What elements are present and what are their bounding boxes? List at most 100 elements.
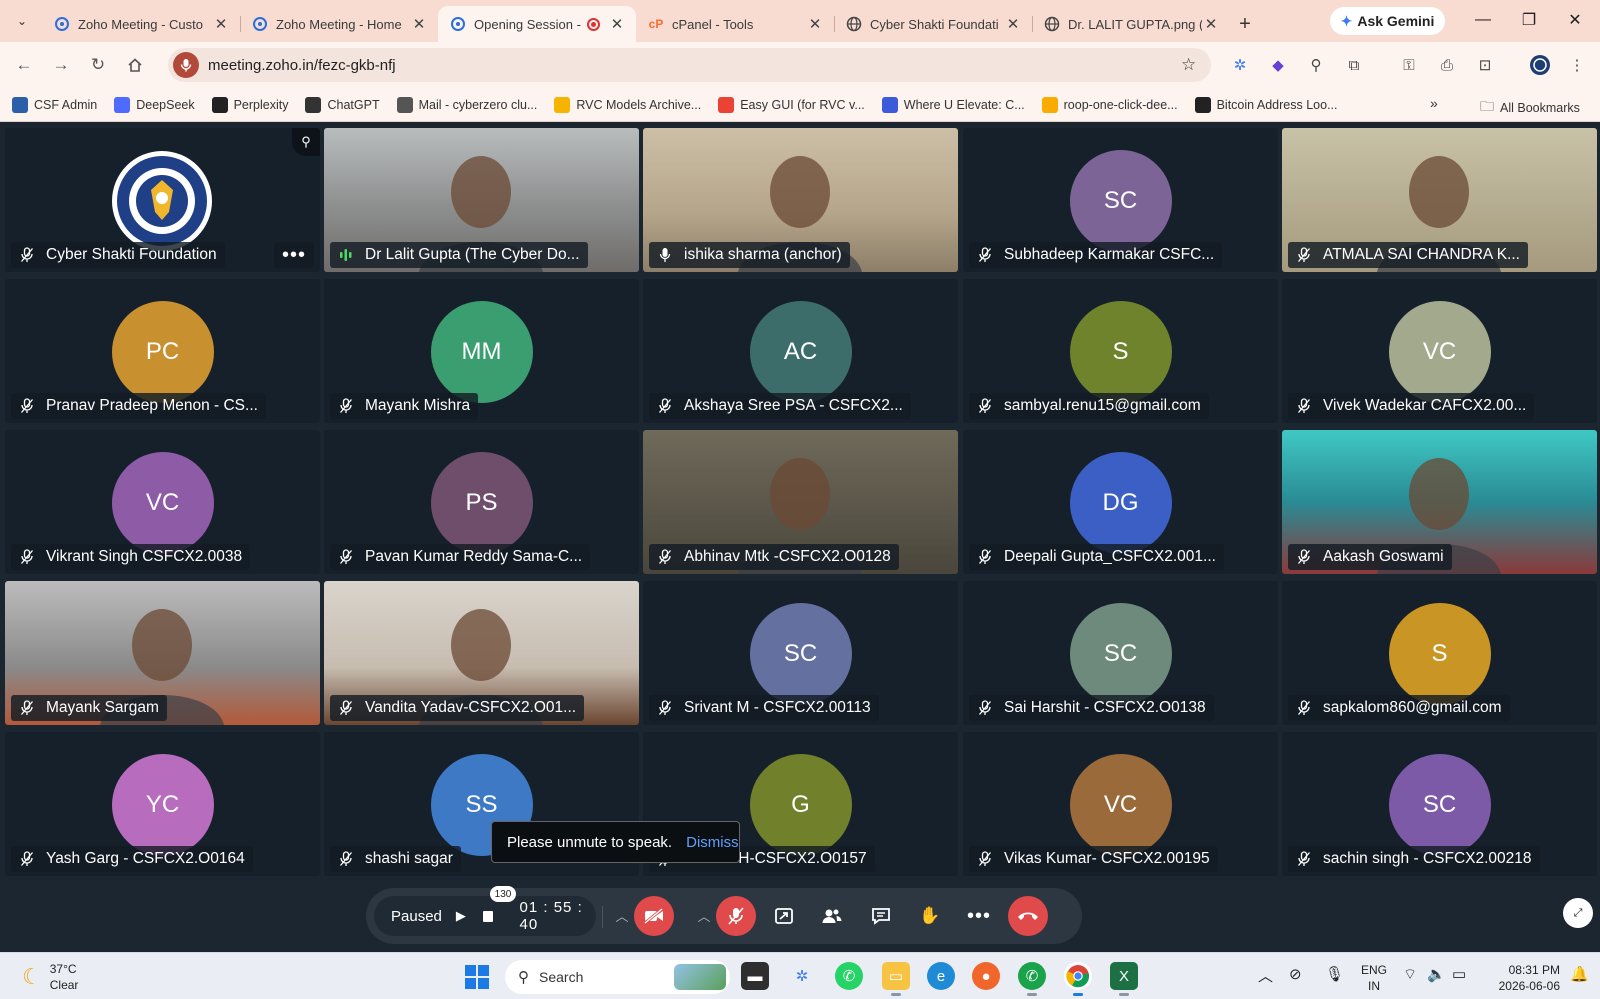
participant-tile[interactable]: Aakash Goswami — [1282, 430, 1597, 574]
share-screen-button[interactable] — [764, 896, 804, 936]
close-icon[interactable]: ✕ — [1202, 15, 1220, 33]
zoom-icon[interactable]: ⚲ — [1304, 53, 1328, 77]
volume-icon[interactable]: 🔈 — [1427, 965, 1446, 983]
audio-options-caret-icon[interactable]: ︿ — [694, 902, 714, 928]
taskbar-search[interactable]: ⚲ Search — [505, 960, 730, 994]
leave-meeting-button[interactable] — [1008, 896, 1048, 936]
participant-tile[interactable]: SC sachin singh - CSFCX2.00218 — [1282, 732, 1597, 876]
network-disconnected-icon[interactable]: ⊘ — [1289, 965, 1302, 983]
close-window-button[interactable]: ✕ — [1552, 0, 1598, 40]
home-button[interactable] — [121, 51, 149, 79]
close-icon[interactable]: ✕ — [608, 15, 626, 33]
tile-more-options-button[interactable]: ••• — [274, 242, 314, 268]
print-icon[interactable]: ⎙ — [1435, 53, 1459, 77]
copilot-icon[interactable]: ✲ — [788, 962, 816, 990]
tab-lalit-gupta-png[interactable]: Dr. LALIT GUPTA.png ( ✕ — [1032, 6, 1230, 42]
bookmark-item[interactable]: Where U Elevate: C... — [881, 96, 1025, 113]
whatsapp-business-icon[interactable]: ✆ — [1018, 962, 1046, 996]
bookmark-item[interactable]: Perplexity — [211, 96, 288, 113]
participant-tile[interactable]: AC Akshaya Sree PSA - CSFCX2... — [643, 279, 958, 423]
microphone-in-use-icon[interactable] — [173, 52, 199, 78]
participant-tile[interactable]: Dr Lalit Gupta (The Cyber Do... — [324, 128, 639, 272]
excel-icon[interactable]: X — [1110, 962, 1138, 996]
close-icon[interactable]: ✕ — [1004, 15, 1022, 33]
more-options-button[interactable]: ••• — [959, 896, 999, 936]
new-tab-button[interactable]: + — [1230, 6, 1260, 42]
raise-hand-button[interactable]: ✋ — [910, 896, 950, 936]
participant-tile[interactable]: DG Deepali Gupta_CSFCX2.001... — [963, 430, 1278, 574]
minimize-button[interactable]: — — [1460, 0, 1506, 40]
extension-gear-icon[interactable]: ✲ — [1228, 53, 1252, 77]
chrome-icon[interactable] — [1064, 962, 1092, 996]
whatsapp-icon[interactable]: ✆ — [835, 962, 863, 990]
language-indicator[interactable]: ENG IN — [1361, 962, 1387, 994]
participant-tile[interactable]: Mayank Sargam — [5, 581, 320, 725]
weather-widget[interactable]: ☾ 37°C Clear — [22, 961, 78, 993]
file-explorer-icon[interactable]: ▭ — [882, 962, 910, 996]
extension-badge-icon[interactable]: ◆ — [1266, 53, 1290, 77]
wifi-icon[interactable]: ⌔ — [1403, 965, 1417, 984]
participant-tile[interactable]: VC Vikrant Singh CSFCX2.0038 — [5, 430, 320, 574]
tab-cyber-shakti[interactable]: Cyber Shakti Foundati ✕ — [834, 6, 1032, 42]
all-bookmarks-button[interactable]: 🗀 All Bookmarks — [1480, 96, 1580, 120]
participant-tile[interactable]: MM Mayank Mishra — [324, 279, 639, 423]
address-bar[interactable]: meeting.zoho.in/fezc-gkb-nfj ☆ — [168, 48, 1211, 82]
participant-tile[interactable]: Ssambyal.renu15@gmail.com — [963, 279, 1278, 423]
microphone-muted-button[interactable] — [716, 896, 756, 936]
profile-avatar[interactable] — [1528, 53, 1552, 77]
edge-icon[interactable]: e — [927, 962, 955, 990]
system-clock[interactable]: 08:31 PM 2026-06-06 — [1470, 962, 1560, 994]
participant-tile[interactable]: PC Pranav Pradeep Menon - CS... — [5, 279, 320, 423]
show-hidden-icons-chevron-icon[interactable]: ︿ — [1258, 965, 1273, 986]
participant-tile[interactable]: Ssapkalom860@gmail.com — [1282, 581, 1597, 725]
participant-tile[interactable]: VC Vivek Wadekar CAFCX2.00... — [1282, 279, 1597, 423]
dismiss-button[interactable]: Dismiss — [686, 834, 739, 851]
password-key-icon[interactable]: ⚿ — [1397, 53, 1421, 77]
resume-recording-play-icon[interactable]: ▶ — [456, 908, 466, 924]
stop-recording-icon[interactable] — [482, 910, 493, 922]
reload-button[interactable]: ↻ — [84, 51, 112, 79]
participant-tile[interactable]: VC Vikas Kumar- CSFCX2.00195 — [963, 732, 1278, 876]
microphone-icon[interactable]: 🎙 — [1325, 965, 1344, 983]
tab-zoho-meeting-home[interactable]: Zoho Meeting - Home ✕ — [240, 6, 438, 42]
participant-tile[interactable]: ATMALA SAI CHANDRA K... — [1282, 128, 1597, 272]
participant-tile[interactable]: Abhinav Mtk -CSFCX2.O0128 — [643, 430, 958, 574]
pin-icon[interactable]: ⚲ — [292, 128, 320, 156]
participant-tile[interactable]: YC Yash Garg - CSFCX2.O0164 — [5, 732, 320, 876]
tab-cpanel-tools[interactable]: cP cPanel - Tools ✕ — [636, 6, 834, 42]
chat-button[interactable] — [861, 896, 901, 936]
participant-tile[interactable]: SC Sai Harshit - CSFCX2.O0138 — [963, 581, 1278, 725]
participant-tile[interactable]: PS Pavan Kumar Reddy Sama-C... — [324, 430, 639, 574]
back-button[interactable]: ← — [10, 51, 38, 79]
fullscreen-toggle-button[interactable]: ⤢ — [1563, 898, 1593, 928]
tab-opening-session[interactable]: Opening Session - ✕ — [438, 6, 636, 42]
bookmark-item[interactable]: ChatGPT — [305, 96, 380, 113]
bookmark-item[interactable]: Bitcoin Address Loo... — [1194, 96, 1338, 113]
tab-search-dropdown[interactable]: ⌄ — [8, 7, 36, 35]
bookmark-item[interactable]: Easy GUI (for RVC v... — [718, 96, 865, 113]
bookmark-star-icon[interactable]: ☆ — [1181, 55, 1211, 75]
close-icon[interactable]: ✕ — [212, 15, 230, 33]
ask-gemini-button[interactable]: ✦ Ask Gemini — [1330, 7, 1445, 35]
participant-tile[interactable]: ishika sharma (anchor) — [643, 128, 958, 272]
more-bookmarks-chevron-icon[interactable]: » — [1430, 95, 1438, 111]
participant-tile[interactable]: Vandita Yadav-CSFCX2.O01... — [324, 581, 639, 725]
task-view-icon[interactable]: ▬ — [741, 962, 769, 990]
participants-button[interactable] — [812, 896, 852, 936]
firefox-icon[interactable]: ● — [972, 962, 1000, 990]
participant-tile[interactable]: SC Srivant M - CSFCX2.00113 — [643, 581, 958, 725]
windows-start-icon[interactable] — [465, 965, 489, 989]
notification-bell-icon[interactable]: 🔔 — [1570, 965, 1589, 983]
forward-button[interactable]: → — [47, 51, 75, 79]
extensions-puzzle-icon[interactable]: ⧉ — [1342, 53, 1366, 77]
tab-zoho-meeting-custom[interactable]: Zoho Meeting - Custo ✕ — [42, 6, 240, 42]
close-icon[interactable]: ✕ — [806, 15, 824, 33]
participant-tile[interactable]: ⚲ ••• Cyber Shakti Foundation — [5, 128, 320, 272]
participant-tile[interactable]: SC Subhadeep Karmakar CSFC... — [963, 128, 1278, 272]
restore-button[interactable]: ❐ — [1506, 0, 1552, 40]
bookmark-item[interactable]: RVC Models Archive... — [554, 96, 701, 113]
screenshot-icon[interactable]: ⊡ — [1473, 53, 1497, 77]
close-icon[interactable]: ✕ — [410, 15, 428, 33]
bookmark-item[interactable]: CSF Admin — [12, 96, 97, 113]
battery-icon[interactable]: ▭ — [1452, 965, 1466, 983]
